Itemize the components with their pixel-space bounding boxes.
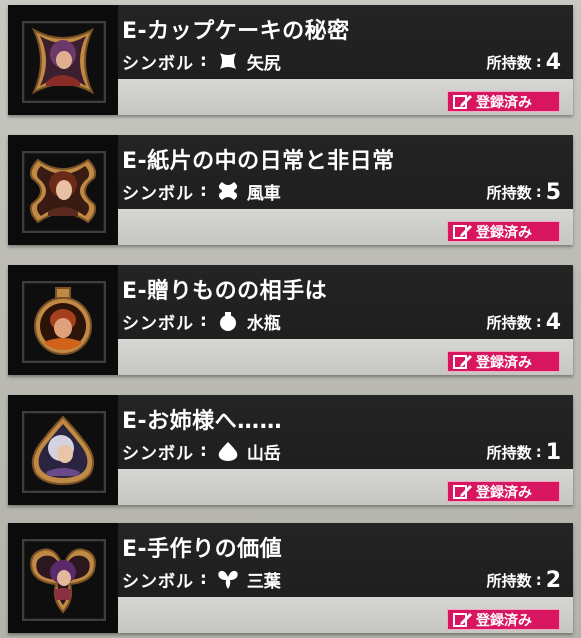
count-value: 4 [545, 309, 561, 335]
symbol-name: 矢尻 [246, 53, 281, 74]
possession-count: 所持数 : 2 [487, 567, 561, 593]
count-colon: : [535, 183, 542, 201]
episode-list: E-カップケーキの秘密 シンボル : 矢尻 所持数 : 4 登録済み E-紙片の… [0, 0, 581, 638]
count-label: 所持数 [486, 53, 532, 72]
episode-title: E-贈りものの相手は [122, 279, 328, 304]
episode-card[interactable]: E-カップケーキの秘密 シンボル : 矢尻 所持数 : 4 登録済み [8, 5, 573, 115]
cross-symbol-icon [218, 182, 237, 200]
symbol-name: 風車 [246, 183, 281, 204]
count-label: 所持数 [486, 313, 532, 332]
symbol-label: シンボル [122, 443, 194, 464]
count-label: 所持数 [486, 571, 532, 590]
episode-title: E-お姉様へ…… [122, 409, 283, 434]
symbol-row: シンボル : 風車 [122, 179, 281, 204]
symbol-colon: : [200, 51, 207, 71]
thumbnail-area [8, 135, 118, 245]
symbol-name: 水瓶 [246, 313, 281, 334]
memo-pencil-icon [453, 354, 472, 369]
card-content: E-贈りものの相手は シンボル : 水瓶 所持数 : 4 登録済み [118, 265, 573, 375]
status-bar: 登録済み [118, 79, 573, 115]
episode-title: E-カップケーキの秘密 [122, 19, 350, 44]
symbol-colon: : [200, 181, 207, 201]
portrait-image [30, 548, 96, 614]
thumbnail-area [8, 523, 118, 633]
episode-card[interactable]: E-手作りの価値 シンボル : 三葉 所持数 : 2 登録済み [8, 523, 573, 633]
symbol-name: 三葉 [246, 571, 281, 592]
count-value: 1 [545, 439, 561, 465]
possession-count: 所持数 : 1 [487, 439, 561, 465]
symbol-row: シンボル : 矢尻 [122, 49, 281, 74]
symbol-colon: : [200, 311, 207, 331]
count-value: 5 [545, 179, 561, 205]
episode-title: E-紙片の中の日常と非日常 [122, 149, 395, 174]
portrait-frame [22, 21, 106, 103]
symbol-row: シンボル : 三葉 [122, 567, 281, 592]
registered-badge: 登録済み [447, 351, 560, 372]
count-colon: : [535, 443, 542, 461]
episode-card[interactable]: E-紙片の中の日常と非日常 シンボル : 風車 所持数 : 5 登録済み [8, 135, 573, 245]
status-bar: 登録済み [118, 597, 573, 633]
status-bar: 登録済み [118, 339, 573, 375]
episode-card[interactable]: E-お姉様へ…… シンボル : 山岳 所持数 : 1 登録済み [8, 395, 573, 505]
possession-count: 所持数 : 4 [487, 309, 561, 335]
flask-symbol-icon [219, 312, 236, 331]
portrait-frame [22, 151, 106, 233]
episode-card[interactable]: E-贈りものの相手は シンボル : 水瓶 所持数 : 4 登録済み [8, 265, 573, 375]
portrait-frame [22, 281, 106, 363]
memo-pencil-icon [453, 612, 472, 627]
mountain-symbol-icon [218, 442, 238, 461]
status-bar: 登録済み [118, 469, 573, 505]
portrait-image [34, 287, 92, 355]
registered-label: 登録済み [476, 94, 532, 111]
memo-pencil-icon [453, 484, 472, 499]
count-colon: : [535, 53, 542, 71]
thumbnail-area [8, 5, 118, 115]
symbol-colon: : [200, 441, 207, 461]
thumbnail-area [8, 265, 118, 375]
registered-label: 登録済み [476, 224, 532, 241]
episode-title: E-手作りの価値 [122, 537, 283, 562]
count-label: 所持数 [486, 443, 532, 462]
portrait-frame [22, 539, 106, 621]
sandglass-symbol-icon [219, 53, 236, 69]
symbol-row: シンボル : 水瓶 [122, 309, 281, 334]
memo-pencil-icon [453, 224, 472, 239]
symbol-row: シンボル : 山岳 [122, 439, 281, 464]
registered-badge: 登録済み [447, 481, 560, 502]
registered-label: 登録済み [476, 354, 532, 371]
count-value: 4 [545, 49, 561, 75]
symbol-name: 山岳 [246, 443, 281, 464]
thumbnail-area [8, 395, 118, 505]
possession-count: 所持数 : 4 [487, 49, 561, 75]
count-colon: : [535, 571, 542, 589]
symbol-label: シンボル [122, 183, 194, 204]
trefoil-symbol-icon [218, 570, 238, 589]
memo-pencil-icon [453, 94, 472, 109]
symbol-colon: : [200, 569, 207, 589]
count-label: 所持数 [486, 183, 532, 202]
registered-badge: 登録済み [447, 221, 560, 242]
portrait-image [29, 158, 97, 224]
portrait-image [31, 415, 95, 486]
symbol-label: シンボル [122, 571, 194, 592]
registered-label: 登録済み [476, 484, 532, 501]
portrait-frame [22, 411, 106, 493]
card-content: E-カップケーキの秘密 シンボル : 矢尻 所持数 : 4 登録済み [118, 5, 573, 115]
registered-badge: 登録済み [447, 91, 560, 112]
card-content: E-紙片の中の日常と非日常 シンボル : 風車 所持数 : 5 登録済み [118, 135, 573, 245]
portrait-image [31, 27, 95, 95]
possession-count: 所持数 : 5 [487, 179, 561, 205]
symbol-label: シンボル [122, 313, 194, 334]
count-value: 2 [545, 567, 561, 593]
symbol-label: シンボル [122, 53, 194, 74]
card-content: E-手作りの価値 シンボル : 三葉 所持数 : 2 登録済み [118, 523, 573, 633]
registered-badge: 登録済み [447, 609, 560, 630]
status-bar: 登録済み [118, 209, 573, 245]
registered-label: 登録済み [476, 612, 532, 629]
card-content: E-お姉様へ…… シンボル : 山岳 所持数 : 1 登録済み [118, 395, 573, 505]
count-colon: : [535, 313, 542, 331]
